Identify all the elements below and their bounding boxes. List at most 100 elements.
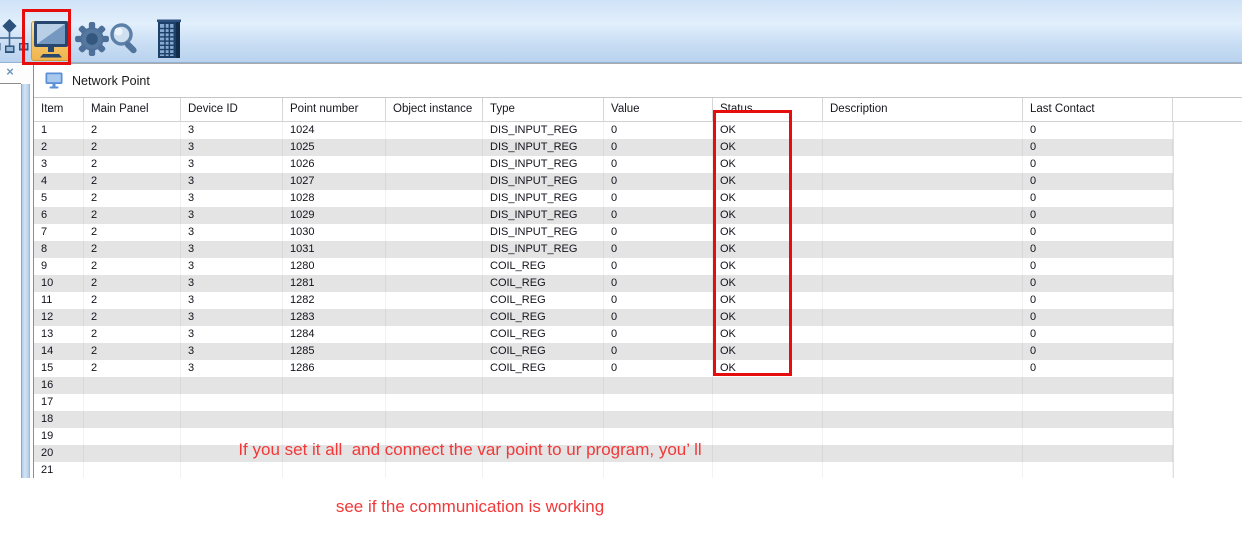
column-header[interactable]: Device ID [181, 98, 283, 122]
table-cell [283, 411, 386, 428]
table-cell: 0 [1023, 224, 1173, 241]
table-cell: 0 [604, 360, 713, 377]
network-point-button[interactable] [31, 20, 71, 61]
search-button[interactable] [105, 21, 145, 61]
table-cell: 0 [1023, 122, 1173, 139]
table-row[interactable]: 6 2 3 1029 DIS_INPUT_REG 0 OK 0 [34, 207, 1242, 224]
table-cell [283, 394, 386, 411]
points-grid: Item Main Panel Device ID Point number Objec… [34, 97, 1242, 478]
table-cell: 3 [181, 224, 283, 241]
table-cell [283, 462, 386, 478]
table-cell-filler [1173, 377, 1242, 394]
building-button[interactable] [148, 19, 188, 61]
table-cell: DIS_INPUT_REG [483, 224, 604, 241]
table-cell [181, 377, 283, 394]
table-cell: 3 [181, 139, 283, 156]
table-row[interactable]: 5 2 3 1028 DIS_INPUT_REG 0 OK 0 [34, 190, 1242, 207]
table-cell [713, 411, 823, 428]
table-cell: 3 [181, 190, 283, 207]
table-cell: 1281 [283, 275, 386, 292]
table-cell [386, 309, 483, 326]
table-cell [823, 258, 1023, 275]
network-tree-button[interactable] [0, 18, 30, 64]
table-cell: 3 [181, 292, 283, 309]
table-body: 1 2 3 1024 DIS_INPUT_REG 0 OK 0 2 2 3 1025 DIS_INPUT… [34, 122, 1242, 478]
table-row[interactable]: 21 [34, 462, 1242, 478]
table-row[interactable]: 19 [34, 428, 1242, 445]
table-row[interactable]: 1 2 3 1024 DIS_INPUT_REG 0 OK 0 [34, 122, 1242, 139]
table-cell [283, 377, 386, 394]
table-cell: COIL_REG [483, 343, 604, 360]
column-header[interactable]: Last Contact [1023, 98, 1173, 122]
table-row[interactable]: 15 2 3 1286 COIL_REG 0 OK 0 [34, 360, 1242, 377]
column-header[interactable]: Description [823, 98, 1023, 122]
table-cell [713, 445, 823, 462]
column-header[interactable]: Point number [283, 98, 386, 122]
table-cell: 1285 [283, 343, 386, 360]
table-cell: OK [713, 275, 823, 292]
panel-splitter[interactable] [21, 84, 30, 478]
table-cell: 3 [181, 360, 283, 377]
table-cell [483, 462, 604, 478]
table-cell: 1286 [283, 360, 386, 377]
table-cell [84, 428, 181, 445]
panel-header: Network Point [34, 64, 1242, 97]
table-row[interactable]: 10 2 3 1281 COIL_REG 0 OK 0 [34, 275, 1242, 292]
table-row[interactable]: 16 [34, 377, 1242, 394]
column-header[interactable]: Value [604, 98, 713, 122]
table-cell [386, 428, 483, 445]
table-row[interactable]: 2 2 3 1025 DIS_INPUT_REG 0 OK 0 [34, 139, 1242, 156]
column-header[interactable]: Item [34, 98, 84, 122]
table-cell [386, 156, 483, 173]
table-cell [181, 411, 283, 428]
table-cell: 3 [181, 258, 283, 275]
table-cell: 0 [1023, 343, 1173, 360]
table-row[interactable]: 4 2 3 1027 DIS_INPUT_REG 0 OK 0 [34, 173, 1242, 190]
table-cell: 0 [1023, 275, 1173, 292]
table-row[interactable]: 17 [34, 394, 1242, 411]
column-header[interactable]: Type [483, 98, 604, 122]
table-cell [823, 411, 1023, 428]
table-cell: 1 [34, 122, 84, 139]
table-cell: 3 [181, 343, 283, 360]
column-header[interactable]: Status [713, 98, 823, 122]
table-cell: 2 [84, 292, 181, 309]
table-cell-filler [1173, 292, 1242, 309]
table-row[interactable]: 7 2 3 1030 DIS_INPUT_REG 0 OK 0 [34, 224, 1242, 241]
column-header[interactable]: Object instance [386, 98, 483, 122]
close-panel-button[interactable]: × [3, 65, 17, 79]
table-cell: 5 [34, 190, 84, 207]
table-cell: 0 [1023, 139, 1173, 156]
main-toolbar [0, 0, 1242, 63]
table-cell: DIS_INPUT_REG [483, 207, 604, 224]
network-tree-icon [0, 18, 30, 64]
table-cell [386, 207, 483, 224]
table-cell-filler [1173, 394, 1242, 411]
table-cell [386, 139, 483, 156]
table-row[interactable]: 13 2 3 1284 COIL_REG 0 OK 0 [34, 326, 1242, 343]
table-cell-filler [1173, 122, 1242, 139]
table-header: Item Main Panel Device ID Point number Objec… [34, 97, 1242, 122]
table-cell [386, 377, 483, 394]
table-cell-filler [1173, 139, 1242, 156]
table-cell: 0 [1023, 360, 1173, 377]
table-row[interactable]: 8 2 3 1031 DIS_INPUT_REG 0 OK 0 [34, 241, 1242, 258]
table-cell [181, 394, 283, 411]
column-header[interactable]: Main Panel [84, 98, 181, 122]
table-row[interactable]: 14 2 3 1285 COIL_REG 0 OK 0 [34, 343, 1242, 360]
table-cell-filler [1173, 462, 1242, 478]
table-row[interactable]: 3 2 3 1026 DIS_INPUT_REG 0 OK 0 [34, 156, 1242, 173]
table-row[interactable]: 20 [34, 445, 1242, 462]
table-cell: DIS_INPUT_REG [483, 241, 604, 258]
table-cell: 0 [604, 122, 713, 139]
table-cell [386, 411, 483, 428]
table-cell [823, 309, 1023, 326]
table-row[interactable]: 18 [34, 411, 1242, 428]
table-row[interactable]: 12 2 3 1283 COIL_REG 0 OK 0 [34, 309, 1242, 326]
table-row[interactable]: 11 2 3 1282 COIL_REG 0 OK 0 [34, 292, 1242, 309]
table-cell: 0 [604, 292, 713, 309]
monitor-small-icon [45, 72, 63, 89]
table-cell: 1283 [283, 309, 386, 326]
table-row[interactable]: 9 2 3 1280 COIL_REG 0 OK 0 [34, 258, 1242, 275]
table-cell [386, 173, 483, 190]
